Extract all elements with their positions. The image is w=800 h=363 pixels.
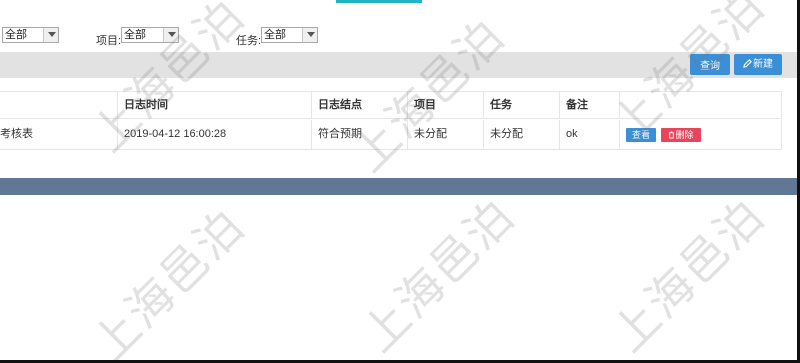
cell-time: 2019-04-12 16:00:28 (118, 120, 312, 149)
watermark: 上海邑泊 (351, 188, 526, 363)
pencil-icon (743, 59, 752, 68)
cell-remark: ok (560, 120, 620, 149)
table-header-row: 日志时间 日志结点 项目 任务 备注 (0, 92, 782, 119)
first-filter-select[interactable]: 全部 (2, 27, 59, 43)
project-filter-label: 项目: (96, 35, 122, 47)
create-button[interactable]: 新建 (734, 54, 782, 75)
cell-project: 未分配 (408, 120, 484, 149)
view-button[interactable]: 查看 (626, 128, 656, 142)
view-button-label: 查看 (631, 130, 650, 140)
table-row: 考核表 2019-04-12 16:00:28 符合预期 未分配 未分配 ok … (0, 120, 782, 150)
cell-node: 符合预期 (312, 120, 408, 149)
footer-bar (0, 178, 800, 195)
first-filter-value: 全部 (5, 29, 27, 41)
header-cell-project: 项目 (408, 92, 484, 118)
task-filter-value: 全部 (264, 29, 286, 41)
cell-task: 未分配 (484, 120, 560, 149)
toolbar: 查询 新建 (0, 52, 800, 78)
log-table: 日志时间 日志结点 项目 任务 备注 考核表 2019-04-12 16:00:… (0, 91, 782, 150)
active-tab-indicator (336, 0, 422, 3)
task-filter-select[interactable]: 全部 (261, 27, 318, 43)
watermark: 上海邑泊 (81, 198, 256, 363)
chevron-down-icon (163, 28, 178, 42)
header-cell-time: 日志时间 (118, 92, 312, 118)
query-button[interactable]: 查询 (690, 54, 730, 75)
delete-button-label: 删除 (675, 130, 694, 140)
project-filter-select[interactable]: 全部 (121, 27, 179, 43)
header-cell-actions (620, 92, 782, 118)
task-filter-label: 任务: (236, 35, 262, 47)
watermark: 上海邑泊 (601, 188, 776, 363)
filter-row: 全部 项目: 全部 任务: 全部 (0, 24, 800, 47)
create-button-label: 新建 (753, 59, 773, 70)
query-button-label: 查询 (700, 61, 720, 72)
chevron-down-icon (302, 28, 317, 42)
chevron-down-icon (43, 28, 58, 42)
delete-button[interactable]: 删除 (661, 128, 701, 142)
cell-name: 考核表 (0, 120, 118, 149)
header-cell-name (0, 92, 118, 118)
header-cell-node: 日志结点 (312, 92, 408, 118)
header-cell-task: 任务 (484, 92, 560, 118)
project-filter-value: 全部 (124, 29, 146, 41)
header-cell-remark: 备注 (560, 92, 620, 118)
